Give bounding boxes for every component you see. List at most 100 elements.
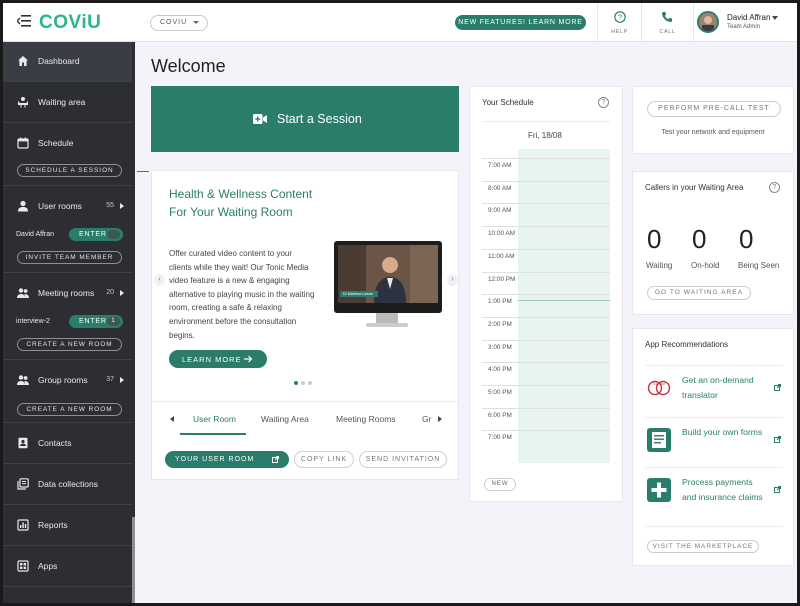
sidebar-item-dashboard[interactable]: Dashboard	[3, 42, 132, 82]
reports-icon	[17, 519, 29, 531]
send-invitation-button[interactable]: SEND INVITATION	[359, 451, 447, 468]
schedule-day-column[interactable]	[518, 149, 610, 463]
app-item-translator[interactable]: Xi Fuse Get an on-demand translator	[645, 365, 783, 413]
create-meeting-room-button[interactable]: CREATE A NEW ROOM	[17, 338, 122, 351]
sidebar-item-schedule[interactable]: Schedule SCHEDULE A SESSION	[3, 124, 132, 186]
sidebar-item-contacts[interactable]: Contacts	[3, 424, 132, 464]
help-icon[interactable]: ?	[598, 97, 609, 108]
apps-icon	[17, 560, 29, 572]
carousel-dot[interactable]	[308, 381, 312, 385]
learn-more-label: LEARN MORE	[182, 355, 242, 364]
group-rooms-count: 37	[106, 376, 114, 383]
callers-title: Callers in your Waiting Area	[645, 183, 744, 192]
schedule-hour-label: 7:00 PM	[488, 434, 512, 442]
user-menu[interactable]: David Affran Team Admin	[693, 3, 797, 42]
user-role: Team Admin	[727, 24, 761, 30]
sidebar-scrollbar[interactable]	[132, 517, 135, 603]
sidebar-item-label: Apps	[38, 561, 58, 571]
help-label: HELP	[611, 29, 628, 35]
sidebar-item-label: Data collections	[38, 479, 99, 489]
new-features-button[interactable]: NEW FEATURES! LEARN MORE	[455, 15, 586, 30]
coviu-logo[interactable]: COViU	[39, 12, 101, 34]
call-button[interactable]: CALL	[641, 3, 693, 42]
new-appointment-button[interactable]: NEW	[484, 478, 516, 491]
pre-call-test-subtitle: Test your network and equipment	[661, 129, 765, 136]
sidebar-item-reports[interactable]: Reports	[3, 506, 132, 546]
schedule-hour-label: 5:00 PM	[488, 389, 512, 396]
help-button[interactable]: ? HELP	[597, 3, 641, 42]
schedule-hour-line	[482, 407, 610, 409]
tabs-prev-arrow[interactable]	[170, 416, 174, 422]
carousel-next-button[interactable]: ›	[447, 274, 458, 286]
help-icon: ?	[614, 11, 626, 23]
copy-link-button[interactable]: COPY LINK	[294, 451, 354, 468]
tab-meeting-rooms[interactable]: Meeting Rooms	[336, 414, 396, 424]
app-item-label: Build your own forms	[682, 427, 763, 437]
chevron-right-icon[interactable]	[120, 377, 124, 383]
brand-select[interactable]: COVIU	[150, 15, 208, 31]
chevron-right-icon[interactable]	[120, 290, 124, 296]
brand-select-value: COVIU	[160, 19, 188, 26]
schedule-session-button[interactable]: SCHEDULE A SESSION	[17, 164, 122, 177]
tabs-next-arrow[interactable]	[438, 416, 442, 422]
active-tab-indicator	[180, 433, 246, 435]
schedule-hour-line	[482, 158, 610, 159]
go-to-waiting-area-button[interactable]: GO TO WAITING AREA	[647, 286, 751, 300]
schedule-hour-line	[482, 316, 610, 318]
schedule-hour-line	[482, 294, 610, 296]
calendar-icon	[17, 137, 29, 149]
video-preview[interactable]: Dr Matthew Lawrie	[334, 241, 442, 327]
carousel-dots[interactable]	[294, 372, 324, 385]
video-caption: Dr Matthew Lawrie	[343, 292, 373, 296]
help-icon[interactable]: ?	[769, 182, 780, 193]
onhold-count: 0	[692, 224, 707, 254]
forms-logo-icon	[647, 428, 671, 452]
sidebar-item-meeting-rooms[interactable]: Meeting rooms 20 interview-2 ENTER 1 CRE…	[3, 274, 132, 360]
schedule-grid[interactable]: Fri, 18/08 7:00 AM 8:00 AM 9:00 AM 10:00 AM…	[482, 121, 610, 463]
app-item-payments[interactable]: Process payments and insurance claims	[645, 467, 783, 527]
your-user-room-button[interactable]: YOUR USER ROOM	[165, 451, 289, 468]
menu-collapse-icon[interactable]	[17, 15, 31, 27]
start-session-button[interactable]: Start a Session	[151, 86, 459, 152]
carousel-dot[interactable]	[301, 381, 305, 385]
meeting-room-enter-button[interactable]: ENTER 1	[69, 315, 123, 328]
video-thumbnail: Dr Matthew Lawrie	[338, 245, 438, 303]
app-item-label: Process payments and insurance claims	[682, 477, 763, 502]
tab-group-rooms[interactable]: Gr	[422, 414, 431, 424]
top-bar: COViU COVIU NEW FEATURES! LEARN MORE ? H…	[3, 3, 797, 42]
enter-label: ENTER	[79, 318, 107, 325]
visit-marketplace-button[interactable]: VISIT THE MARKETPLACE	[647, 540, 759, 553]
pre-call-test-button[interactable]: PERFORM PRE-CALL TEST	[647, 101, 781, 117]
chevron-right-icon[interactable]	[120, 203, 124, 209]
sidebar-item-group-rooms[interactable]: Group rooms 37 CREATE A NEW ROOM	[3, 361, 132, 423]
user-room-enter-button[interactable]: ENTER	[69, 228, 123, 241]
schedule-hour-label: 3:00 PM	[488, 343, 512, 351]
drag-indicator	[137, 171, 149, 172]
external-link-icon	[774, 486, 781, 493]
carousel-dot[interactable]	[294, 381, 298, 385]
schedule-hour-line	[482, 203, 610, 205]
tab-user-room[interactable]: User Room	[193, 414, 236, 424]
app-item-forms[interactable]: Build your own forms	[645, 417, 783, 465]
chevron-down-icon	[193, 21, 199, 24]
collections-icon	[17, 478, 29, 490]
sidebar-item-label: Contacts	[38, 438, 72, 448]
learn-more-button[interactable]: LEARN MORE	[169, 350, 267, 368]
carousel-prev-button[interactable]: ‹	[154, 274, 165, 286]
create-group-room-button[interactable]: CREATE A NEW ROOM	[17, 403, 122, 416]
schedule-hour-label: 8:00 AM	[488, 184, 512, 192]
schedule-title: Your Schedule	[482, 98, 534, 107]
invite-team-member-button[interactable]: INVITE TEAM MEMBER	[17, 251, 122, 264]
schedule-hour-line	[482, 385, 610, 386]
sidebar-item-waiting-area[interactable]: Waiting area	[3, 83, 132, 123]
phone-icon	[662, 12, 672, 22]
sidebar-item-user-rooms[interactable]: User rooms 55 David Affran ENTER INVITE …	[3, 187, 132, 273]
medical-cross-logo-icon	[647, 478, 671, 502]
being-seen-count: 0	[739, 224, 754, 254]
schedule-hour-label: 6:00 PM	[488, 411, 512, 419]
user-name: David Affran	[727, 13, 771, 22]
sidebar-item-data-collections[interactable]: Data collections	[3, 465, 132, 505]
sidebar-item-apps[interactable]: Apps	[3, 547, 132, 587]
room-tabs: User Room Waiting Area Meeting Rooms Gr	[152, 401, 458, 435]
tab-waiting-area[interactable]: Waiting Area	[261, 414, 309, 424]
